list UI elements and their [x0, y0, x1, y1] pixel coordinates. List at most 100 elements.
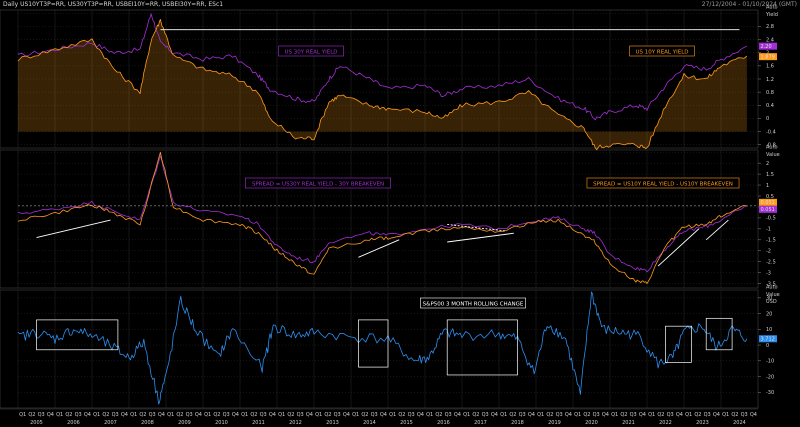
x-quarter-label: Q4	[158, 412, 165, 418]
x-quarter-label: Q1	[537, 412, 544, 418]
x-quarter-label: Q2	[324, 412, 331, 418]
x-quarter-label: Q2	[213, 412, 220, 418]
x-quarter-label: Q4	[343, 412, 350, 418]
x-quarter-label: Q3	[38, 412, 45, 418]
x-quarter-label: Q3	[556, 412, 563, 418]
auto-scale-button[interactable]: Auto	[766, 285, 778, 291]
x-quarter-label: Q3	[519, 412, 526, 418]
y-tick-label: -1.5	[766, 238, 776, 244]
y-tick-label: 1	[766, 183, 769, 189]
x-quarter-label: Q3	[371, 412, 378, 418]
x-quarter-label: Q1	[204, 412, 211, 418]
last-value-30y: 2.20	[761, 44, 772, 50]
x-quarter-label: Q1	[722, 412, 729, 418]
x-quarter-label: Q4	[232, 412, 239, 418]
y-tick-label: -0.4	[766, 129, 776, 135]
x-quarter-label: Q3	[445, 412, 452, 418]
x-quarter-label: Q1	[426, 412, 433, 418]
label-spread-30y: SPREAD = US30Y REAL YIELD - 30Y BREAKEVE…	[252, 182, 384, 188]
highlight-box	[446, 319, 518, 376]
x-quarter-label: Q2	[287, 412, 294, 418]
x-quarter-label: Q1	[130, 412, 137, 418]
y-axis-unit: USD	[766, 299, 777, 305]
x-quarter-label: Q3	[260, 412, 267, 418]
x-quarter-label: Q1	[500, 412, 507, 418]
x-year-label: 2015	[400, 420, 413, 426]
x-quarter-label: Q2	[509, 412, 516, 418]
last-value-sp500: 3.712	[761, 337, 775, 343]
auto-scale-button[interactable]: Auto	[766, 145, 778, 151]
x-quarter-label: Q2	[620, 412, 627, 418]
x-quarter-label: Q1	[685, 412, 692, 418]
x-quarter-label: Q2	[694, 412, 701, 418]
y-tick-label: 2.4	[766, 37, 774, 43]
x-quarter-label: Q4	[121, 412, 128, 418]
y-tick-label: -3	[766, 270, 771, 276]
x-quarter-label: Q3	[75, 412, 82, 418]
series-line-middle-0	[17, 155, 748, 273]
y-tick-label: -20	[766, 374, 774, 380]
x-quarter-label: Q2	[435, 412, 442, 418]
x-year-label: 2011	[252, 420, 265, 426]
x-quarter-label: Q1	[56, 412, 63, 418]
x-quarter-label: Q4	[417, 412, 424, 418]
x-quarter-label: Q4	[528, 412, 535, 418]
x-quarter-label: Q2	[102, 412, 109, 418]
x-quarter-label: Q3	[186, 412, 193, 418]
x-quarter-label: Q1	[389, 412, 396, 418]
x-quarter-label: Q1	[167, 412, 174, 418]
y-tick-label: 2	[766, 161, 769, 167]
highlight-box	[665, 325, 692, 363]
auto-scale-button[interactable]: Auto	[766, 5, 778, 11]
x-quarter-label: Q1	[93, 412, 100, 418]
y-tick-label: -10	[766, 359, 774, 365]
y-tick-label: -2	[766, 249, 771, 255]
last-value-spread-30y: 0.051	[761, 207, 775, 213]
x-year-label: 2009	[178, 420, 191, 426]
x-quarter-label: Q4	[750, 412, 757, 418]
x-quarter-label: Q4	[676, 412, 683, 418]
y-tick-label: 0	[766, 343, 769, 349]
y-tick-label: 20	[766, 311, 772, 317]
x-quarter-label: Q3	[630, 412, 637, 418]
x-quarter-label: Q3	[704, 412, 711, 418]
x-quarter-label: Q1	[463, 412, 470, 418]
x-year-label: 2016	[437, 420, 450, 426]
panel-frame-middle	[0, 149, 759, 289]
x-quarter-label: Q1	[574, 412, 581, 418]
area-fill-10y	[18, 19, 747, 150]
x-quarter-label: Q3	[297, 412, 304, 418]
x-quarter-label: Q1	[648, 412, 655, 418]
x-year-label: 2006	[67, 420, 80, 426]
y-tick-label: -1	[766, 227, 771, 233]
x-quarter-label: Q2	[731, 412, 738, 418]
x-quarter-label: Q2	[250, 412, 257, 418]
x-quarter-label: Q4	[380, 412, 387, 418]
x-quarter-label: Q1	[241, 412, 248, 418]
x-quarter-label: Q2	[546, 412, 553, 418]
x-quarter-label: Q2	[583, 412, 590, 418]
x-quarter-label: Q1	[315, 412, 322, 418]
x-quarter-label: Q3	[112, 412, 119, 418]
x-year-label: 2019	[548, 420, 561, 426]
trendline-middle	[447, 232, 514, 243]
label-us30y-real-yield: US 30Y REAL YIELD	[285, 50, 338, 56]
x-year-label: 2014	[363, 420, 376, 426]
x-year-label: 2012	[289, 420, 302, 426]
x-quarter-label: Q2	[65, 412, 72, 418]
panel-frame-bottom	[0, 289, 759, 409]
x-quarter-label: Q4	[639, 412, 646, 418]
series-line-bottom-0	[17, 291, 748, 405]
x-quarter-label: Q4	[713, 412, 720, 418]
x-quarter-label: Q2	[139, 412, 146, 418]
x-quarter-label: Q1	[278, 412, 285, 418]
x-quarter-label: Q2	[28, 412, 35, 418]
series-line-middle-1	[17, 151, 747, 285]
x-quarter-label: Q2	[398, 412, 405, 418]
x-quarter-label: Q4	[602, 412, 609, 418]
trendline-middle	[705, 219, 729, 241]
chart-canvas[interactable]: US 30Y REAL YIELD US 10Y REAL YIELD SPREAD…	[0, 0, 800, 427]
x-quarter-label: Q3	[223, 412, 230, 418]
x-quarter-label: Q2	[472, 412, 479, 418]
x-quarter-label: Q3	[667, 412, 674, 418]
